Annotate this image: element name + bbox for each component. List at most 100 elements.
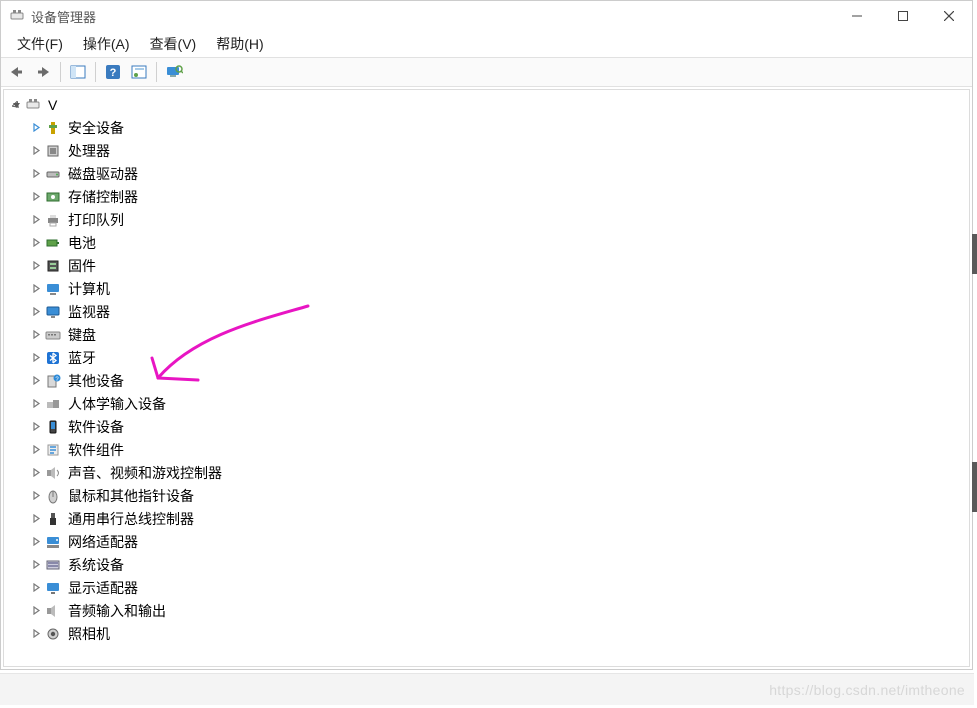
speaker-icon bbox=[44, 603, 62, 619]
category-label[interactable]: 处理器 bbox=[66, 141, 112, 161]
category-label[interactable]: 系统设备 bbox=[66, 555, 126, 575]
device-category-row[interactable]: ?其他设备 bbox=[28, 369, 967, 392]
help-button[interactable]: ? bbox=[101, 60, 125, 84]
device-category-row[interactable]: 声音、视频和游戏控制器 bbox=[28, 461, 967, 484]
svg-text:?: ? bbox=[110, 67, 117, 79]
app-icon bbox=[9, 8, 25, 24]
expand-chevron-icon[interactable] bbox=[28, 465, 44, 481]
expand-chevron-icon[interactable] bbox=[28, 488, 44, 504]
maximize-button[interactable] bbox=[880, 1, 926, 31]
category-label[interactable]: 安全设备 bbox=[66, 118, 126, 138]
scan-hardware-button[interactable] bbox=[162, 60, 186, 84]
expand-chevron-icon[interactable] bbox=[28, 442, 44, 458]
category-label[interactable]: 照相机 bbox=[66, 624, 112, 644]
device-category-row[interactable]: 通用串行总线控制器 bbox=[28, 507, 967, 530]
category-label[interactable]: 键盘 bbox=[66, 325, 98, 345]
collapse-chevron-icon[interactable] bbox=[8, 97, 24, 113]
forward-button[interactable] bbox=[31, 60, 55, 84]
expand-chevron-icon[interactable] bbox=[28, 189, 44, 205]
category-label[interactable]: 其他设备 bbox=[66, 371, 126, 391]
device-category-row[interactable]: 键盘 bbox=[28, 323, 967, 346]
category-label[interactable]: 磁盘驱动器 bbox=[66, 164, 140, 184]
properties-button[interactable] bbox=[127, 60, 151, 84]
expand-chevron-icon[interactable] bbox=[28, 350, 44, 366]
device-category-row[interactable]: 存储控制器 bbox=[28, 185, 967, 208]
expand-chevron-icon[interactable] bbox=[28, 534, 44, 550]
expand-chevron-icon[interactable] bbox=[28, 166, 44, 182]
category-label[interactable]: 人体学输入设备 bbox=[66, 394, 168, 414]
menu-action[interactable]: 操作(A) bbox=[73, 31, 140, 57]
system-icon bbox=[44, 557, 62, 573]
category-label[interactable]: 鼠标和其他指针设备 bbox=[66, 486, 196, 506]
category-label[interactable]: 软件设备 bbox=[66, 417, 126, 437]
root-node[interactable]: V bbox=[6, 94, 967, 116]
expand-chevron-icon[interactable] bbox=[28, 373, 44, 389]
hid-icon bbox=[44, 396, 62, 412]
expand-chevron-icon[interactable] bbox=[28, 258, 44, 274]
firmware-icon bbox=[44, 258, 62, 274]
device-category-row[interactable]: 软件组件 bbox=[28, 438, 967, 461]
menu-bar: 文件(F) 操作(A) 查看(V) 帮助(H) bbox=[1, 31, 972, 57]
device-category-row[interactable]: 安全设备 bbox=[28, 116, 967, 139]
category-label[interactable]: 固件 bbox=[66, 256, 98, 276]
category-label[interactable]: 蓝牙 bbox=[66, 348, 98, 368]
category-label[interactable]: 电池 bbox=[66, 233, 98, 253]
menu-file[interactable]: 文件(F) bbox=[7, 31, 73, 57]
category-label[interactable]: 监视器 bbox=[66, 302, 112, 322]
device-category-row[interactable]: 系统设备 bbox=[28, 553, 967, 576]
device-category-row[interactable]: 监视器 bbox=[28, 300, 967, 323]
category-label[interactable]: 音频输入和输出 bbox=[66, 601, 168, 621]
expand-chevron-icon[interactable] bbox=[28, 626, 44, 642]
expand-chevron-icon[interactable] bbox=[28, 212, 44, 228]
expand-chevron-icon[interactable] bbox=[28, 580, 44, 596]
device-category-row[interactable]: 固件 bbox=[28, 254, 967, 277]
device-category-row[interactable]: 音频输入和输出 bbox=[28, 599, 967, 622]
expand-chevron-icon[interactable] bbox=[28, 557, 44, 573]
expand-chevron-icon[interactable] bbox=[28, 304, 44, 320]
expand-chevron-icon[interactable] bbox=[28, 120, 44, 136]
device-category-row[interactable]: 电池 bbox=[28, 231, 967, 254]
device-tree[interactable]: V 安全设备处理器磁盘驱动器存储控制器打印队列电池固件计算机监视器键盘蓝牙?其他… bbox=[3, 89, 970, 667]
category-label[interactable]: 打印队列 bbox=[66, 210, 126, 230]
category-label[interactable]: 软件组件 bbox=[66, 440, 126, 460]
device-category-row[interactable]: 计算机 bbox=[28, 277, 967, 300]
expand-chevron-icon[interactable] bbox=[28, 419, 44, 435]
device-category-row[interactable]: 磁盘驱动器 bbox=[28, 162, 967, 185]
expand-chevron-icon[interactable] bbox=[28, 327, 44, 343]
root-label[interactable]: V bbox=[46, 97, 59, 113]
mouse-icon bbox=[44, 488, 62, 504]
toolbar-sep bbox=[60, 62, 61, 82]
monitor-icon bbox=[44, 304, 62, 320]
category-label[interactable]: 计算机 bbox=[66, 279, 112, 299]
device-category-row[interactable]: 蓝牙 bbox=[28, 346, 967, 369]
title-bar: 设备管理器 bbox=[1, 1, 972, 31]
category-label[interactable]: 通用串行总线控制器 bbox=[66, 509, 196, 529]
device-category-row[interactable]: 处理器 bbox=[28, 139, 967, 162]
menu-help[interactable]: 帮助(H) bbox=[206, 31, 273, 57]
device-category-row[interactable]: 网络适配器 bbox=[28, 530, 967, 553]
computer-icon bbox=[44, 281, 62, 297]
category-label[interactable]: 存储控制器 bbox=[66, 187, 140, 207]
device-category-row[interactable]: 鼠标和其他指针设备 bbox=[28, 484, 967, 507]
expand-chevron-icon[interactable] bbox=[28, 281, 44, 297]
device-category-row[interactable]: 人体学输入设备 bbox=[28, 392, 967, 415]
expand-chevron-icon[interactable] bbox=[28, 511, 44, 527]
display-icon bbox=[44, 580, 62, 596]
close-button[interactable] bbox=[926, 1, 972, 31]
category-label[interactable]: 显示适配器 bbox=[66, 578, 140, 598]
expand-chevron-icon[interactable] bbox=[28, 396, 44, 412]
device-category-row[interactable]: 软件设备 bbox=[28, 415, 967, 438]
show-hide-tree-button[interactable] bbox=[66, 60, 90, 84]
category-label[interactable]: 网络适配器 bbox=[66, 532, 140, 552]
expand-chevron-icon[interactable] bbox=[28, 143, 44, 159]
soft-comp-icon bbox=[44, 442, 62, 458]
minimize-button[interactable] bbox=[834, 1, 880, 31]
back-button[interactable] bbox=[5, 60, 29, 84]
menu-view[interactable]: 查看(V) bbox=[140, 31, 207, 57]
category-label[interactable]: 声音、视频和游戏控制器 bbox=[66, 463, 224, 483]
device-category-row[interactable]: 显示适配器 bbox=[28, 576, 967, 599]
device-category-row[interactable]: 照相机 bbox=[28, 622, 967, 645]
expand-chevron-icon[interactable] bbox=[28, 235, 44, 251]
device-category-row[interactable]: 打印队列 bbox=[28, 208, 967, 231]
expand-chevron-icon[interactable] bbox=[28, 603, 44, 619]
